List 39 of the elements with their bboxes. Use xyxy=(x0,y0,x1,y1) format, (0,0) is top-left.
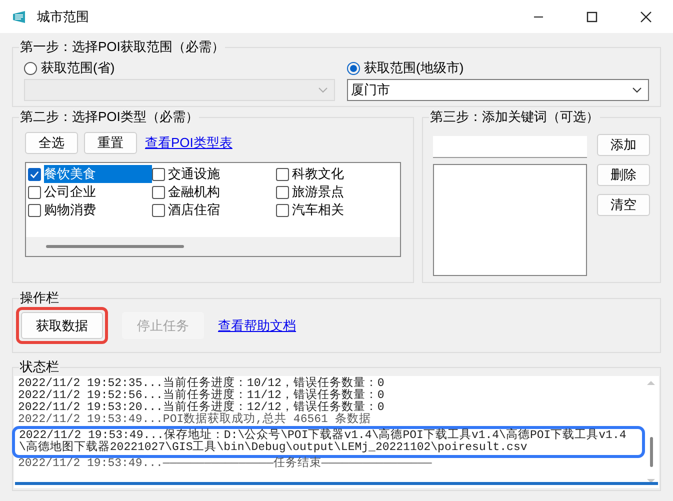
button[interactable]: 清空 xyxy=(597,194,650,216)
log-line: 2022/11/2 19:53:20...当前任务进度：12/12，错误任务数量：0 xyxy=(18,402,386,414)
caret-icon xyxy=(631,85,643,95)
button[interactable]: 添加 xyxy=(597,134,650,156)
check-icon xyxy=(29,168,40,180)
checkbox-item[interactable]: 购物消费 xyxy=(28,201,152,219)
highlighted-log-text: 2022/11/2 19:53:49...保存地址：D:\公众号\POI下载器v1.4\高德POI下载工具v1.4\高德POI下载工具v1.4\高德地图下载器20221027\GIS工具\bin\Debug\output\LEMj_20221102\poiresult.csv xyxy=(12,426,645,458)
log-line: 2022/11/2 19:53:49...POI数据获取成功,总共 46561 条数据 xyxy=(18,414,372,426)
scroll-down-icon xyxy=(646,477,656,485)
button[interactable]: 重置 xyxy=(84,132,137,154)
button[interactable]: 删除 xyxy=(597,164,650,186)
checkbox-item[interactable]: 旅游景点 xyxy=(276,183,400,201)
scroll-up-icon xyxy=(646,379,656,387)
checkbox-item[interactable]: 汽车相关 xyxy=(276,201,400,219)
close-icon[interactable] xyxy=(638,8,654,24)
radio-button[interactable]: 获取范围(地级市) xyxy=(347,58,649,78)
link[interactable]: 查看POI类型表 xyxy=(145,133,232,153)
window-title: 城市范围 xyxy=(37,8,89,26)
button[interactable]: 获取数据 xyxy=(21,312,103,339)
keyword-input-field[interactable] xyxy=(433,136,587,158)
group-title: 操作栏 xyxy=(19,289,60,307)
checkbox-item[interactable]: 酒店住宿 xyxy=(152,201,276,219)
dropdown[interactable]: 厦门市 xyxy=(347,79,649,101)
caret-icon xyxy=(317,85,329,95)
app-icon xyxy=(11,8,27,24)
group-title: 状态栏 xyxy=(19,358,60,376)
horizontal-scrollbar[interactable] xyxy=(26,237,400,256)
checkbox-item[interactable]: 公司企业 xyxy=(28,183,152,201)
log-line: 2022/11/2 19:52:56...当前任务进度：11/12，错误任务数量：0 xyxy=(18,390,386,402)
log-line: 2022/11/2 19:53:49...————————————————任务结束———————————————— xyxy=(18,458,433,470)
log-line: 2022/11/2 19:52:35...当前任务进度：10/12，错误任务数量：0 xyxy=(18,378,386,390)
checkbox-item[interactable]: 交通设施 xyxy=(152,165,276,183)
checkbox-item[interactable]: 科教文化 xyxy=(276,165,400,183)
group-title: 第一步：选择POI获取范围（必需） xyxy=(19,38,226,56)
button[interactable]: 全选 xyxy=(25,132,78,154)
group-title: 第二步：选择POI类型（必需） xyxy=(19,108,200,126)
checkbox-item[interactable]: 金融机构 xyxy=(152,183,276,201)
group-title: 第三步：添加关键词（可选） xyxy=(429,108,600,126)
link[interactable]: 查看帮助文档 xyxy=(218,316,296,336)
